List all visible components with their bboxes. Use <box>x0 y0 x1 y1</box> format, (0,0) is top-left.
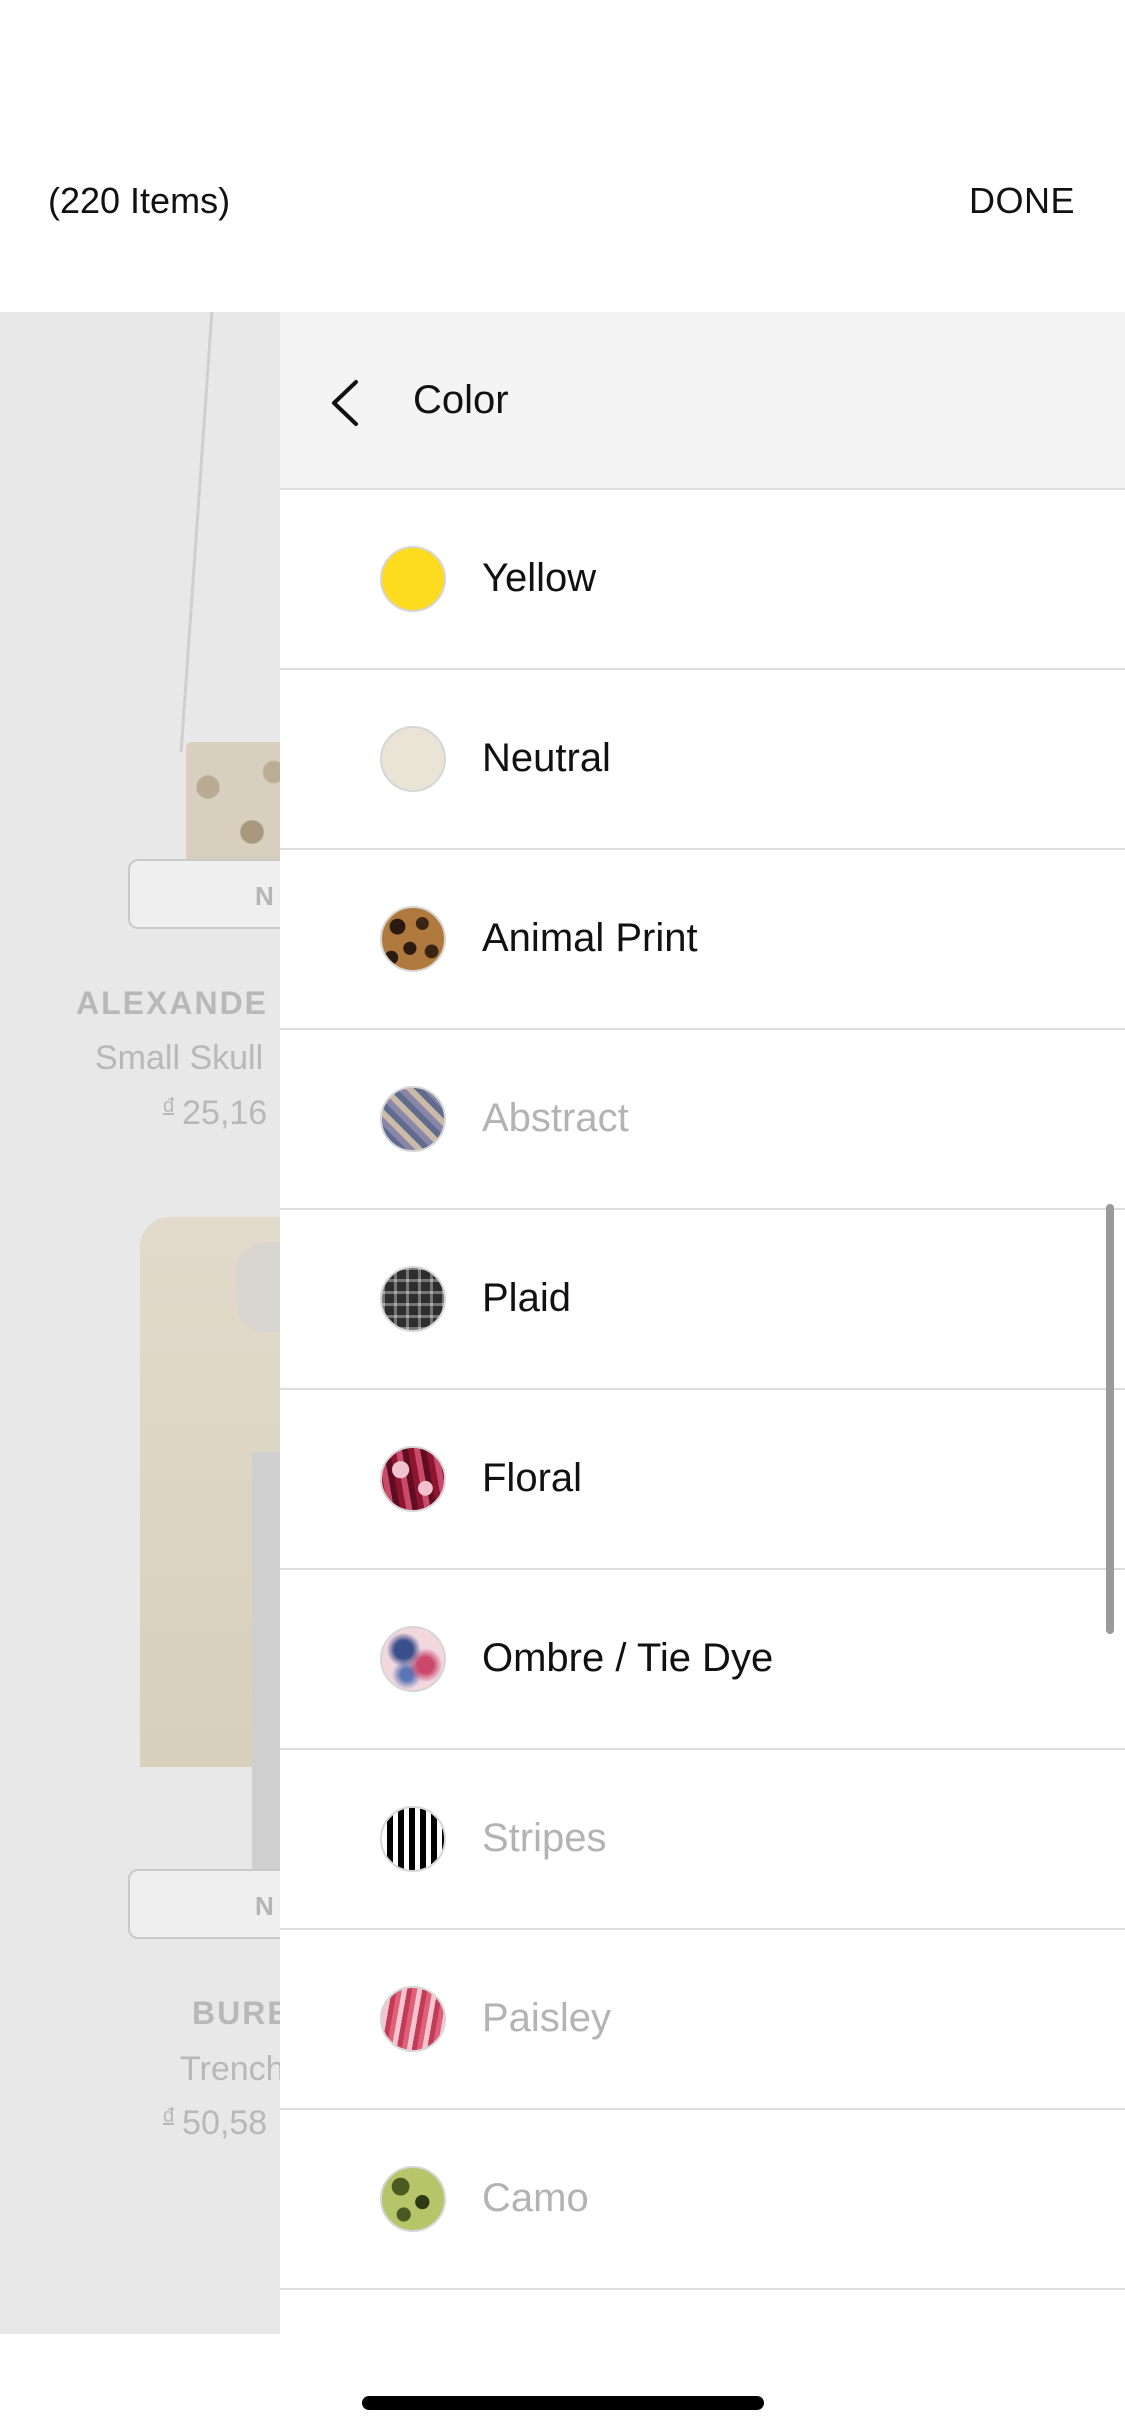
option-label: Paisley <box>482 1996 611 2040</box>
color-option-camo[interactable]: Camo <box>280 2110 1125 2290</box>
color-option-abstract[interactable]: Abstract <box>280 1030 1125 1210</box>
color-filter-panel: Color Yellow Neutral Animal Print Abstra… <box>280 312 1125 2334</box>
product-description: Trench <box>180 2050 285 2088</box>
option-label: Animal Print <box>482 916 698 960</box>
yellow-swatch-icon <box>380 546 446 612</box>
color-option-neutral[interactable]: Neutral <box>280 670 1125 850</box>
option-label: Ombre / Tie Dye <box>482 1636 774 1680</box>
option-label: Neutral <box>482 736 611 780</box>
chevron-left-icon[interactable] <box>320 368 380 438</box>
product-price: đ 25,16 <box>163 1094 268 1132</box>
option-label: Stripes <box>482 1816 607 1860</box>
product-brand: ALEXANDE <box>76 985 269 1021</box>
plaid-swatch-icon <box>380 1266 446 1332</box>
color-option-animal-print[interactable]: Animal Print <box>280 850 1125 1030</box>
animal-print-swatch-icon <box>380 906 446 972</box>
panel-header: Color <box>280 312 1125 490</box>
option-label: Plaid <box>482 1276 571 1320</box>
color-option-stripes[interactable]: Stripes <box>280 1750 1125 1930</box>
floral-swatch-icon <box>380 1446 446 1512</box>
color-option-floral[interactable]: Floral <box>280 1390 1125 1570</box>
option-label: Yellow <box>482 556 597 600</box>
bottom-safe-area <box>0 2334 1125 2436</box>
product-price: đ 50,58 <box>163 2104 268 2142</box>
abstract-swatch-icon <box>380 1086 446 1152</box>
color-option-ombre-tie-dye[interactable]: Ombre / Tie Dye <box>280 1570 1125 1750</box>
option-label: Camo <box>482 2176 589 2220</box>
panel-title: Color <box>413 378 509 422</box>
option-label: Abstract <box>482 1096 629 1140</box>
scrollbar[interactable] <box>1106 1204 1114 1634</box>
color-option-yellow[interactable]: Yellow <box>280 490 1125 670</box>
color-option-plaid[interactable]: Plaid <box>280 1210 1125 1390</box>
option-label: Floral <box>482 1456 583 1500</box>
bag-strap-image <box>179 312 261 752</box>
top-bar: (220 Items) DONE <box>0 0 1125 312</box>
product-description: Small Skull <box>95 1039 264 1077</box>
camo-swatch-icon <box>380 2166 446 2232</box>
neutral-swatch-icon <box>380 726 446 792</box>
item-count: (220 Items) <box>48 180 231 221</box>
product-brand: BURE <box>192 1995 291 2031</box>
color-options-list: Yellow Neutral Animal Print Abstract Pla… <box>280 490 1125 2290</box>
home-indicator[interactable] <box>362 2396 764 2410</box>
color-option-paisley[interactable]: Paisley <box>280 1930 1125 2110</box>
paisley-swatch-icon <box>380 1986 446 2052</box>
done-button[interactable]: DONE <box>969 180 1075 222</box>
ombre-swatch-icon <box>380 1626 446 1692</box>
stripes-swatch-icon <box>380 1806 446 1872</box>
